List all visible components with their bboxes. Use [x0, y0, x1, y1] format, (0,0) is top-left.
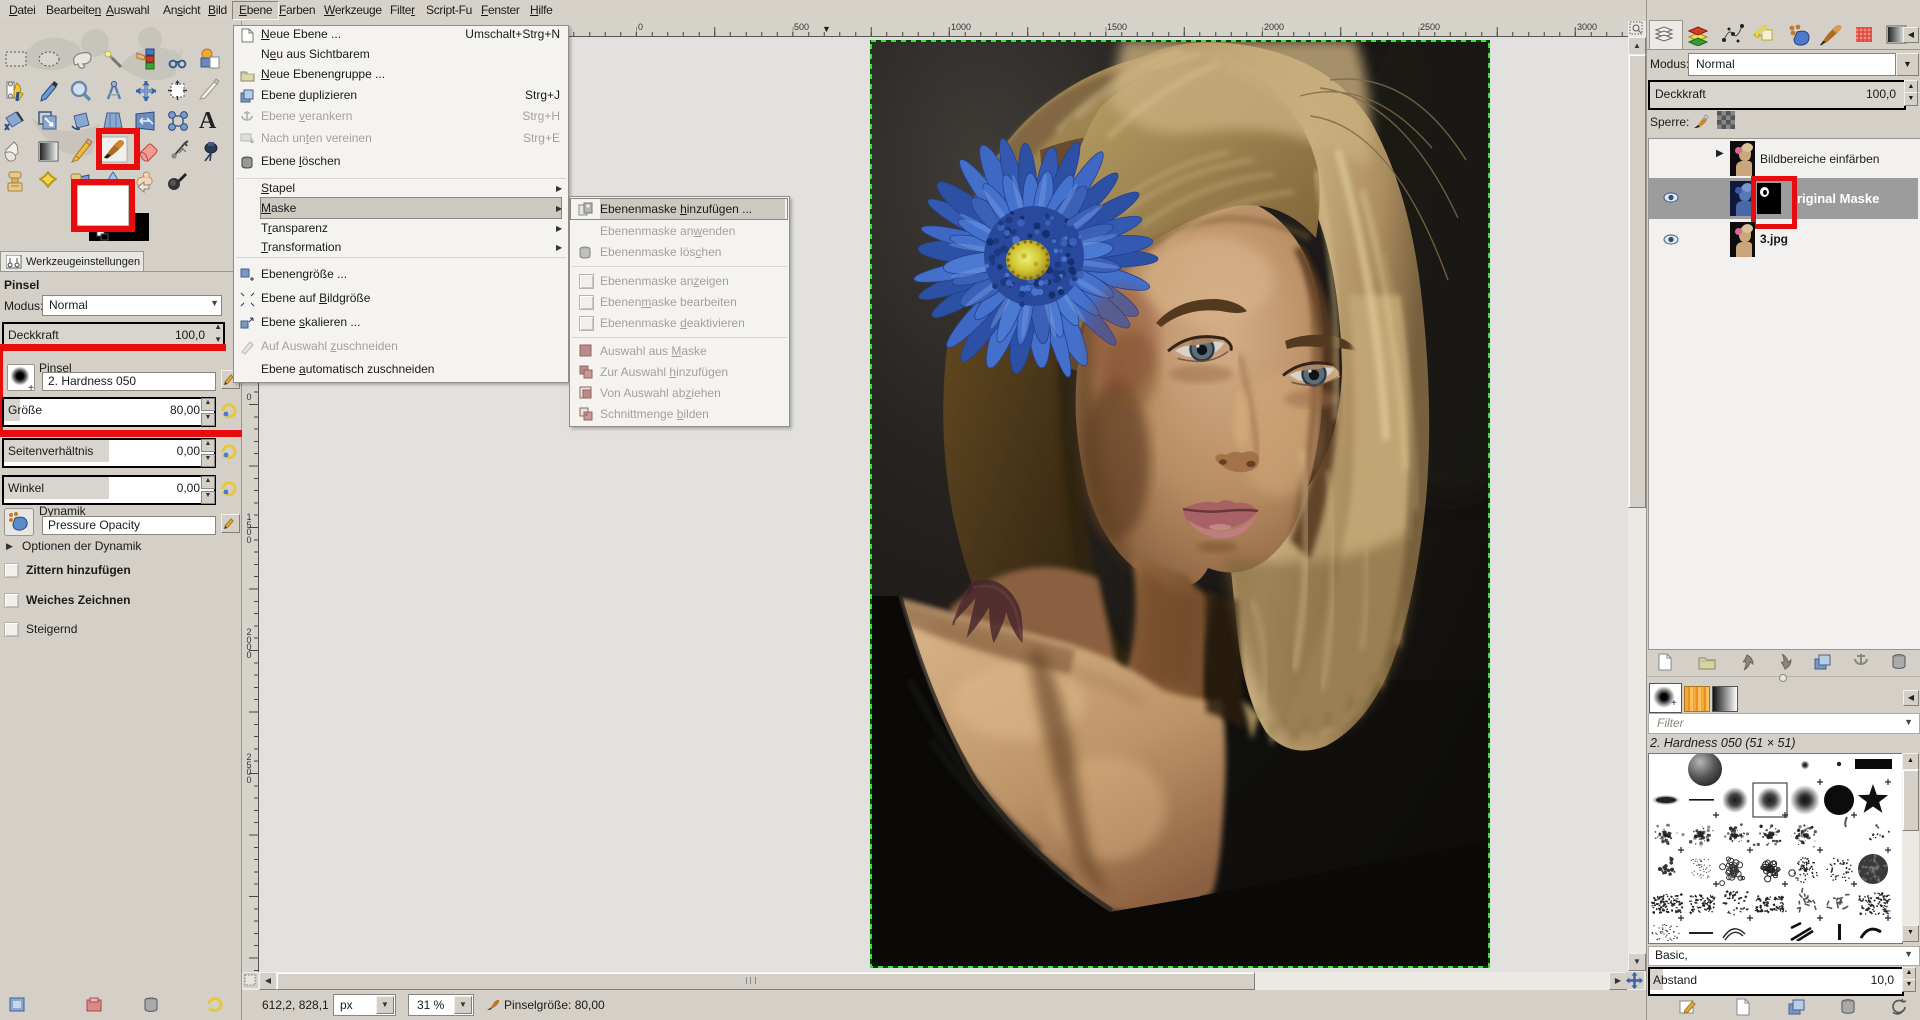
- svg-text:A: A: [199, 108, 217, 134]
